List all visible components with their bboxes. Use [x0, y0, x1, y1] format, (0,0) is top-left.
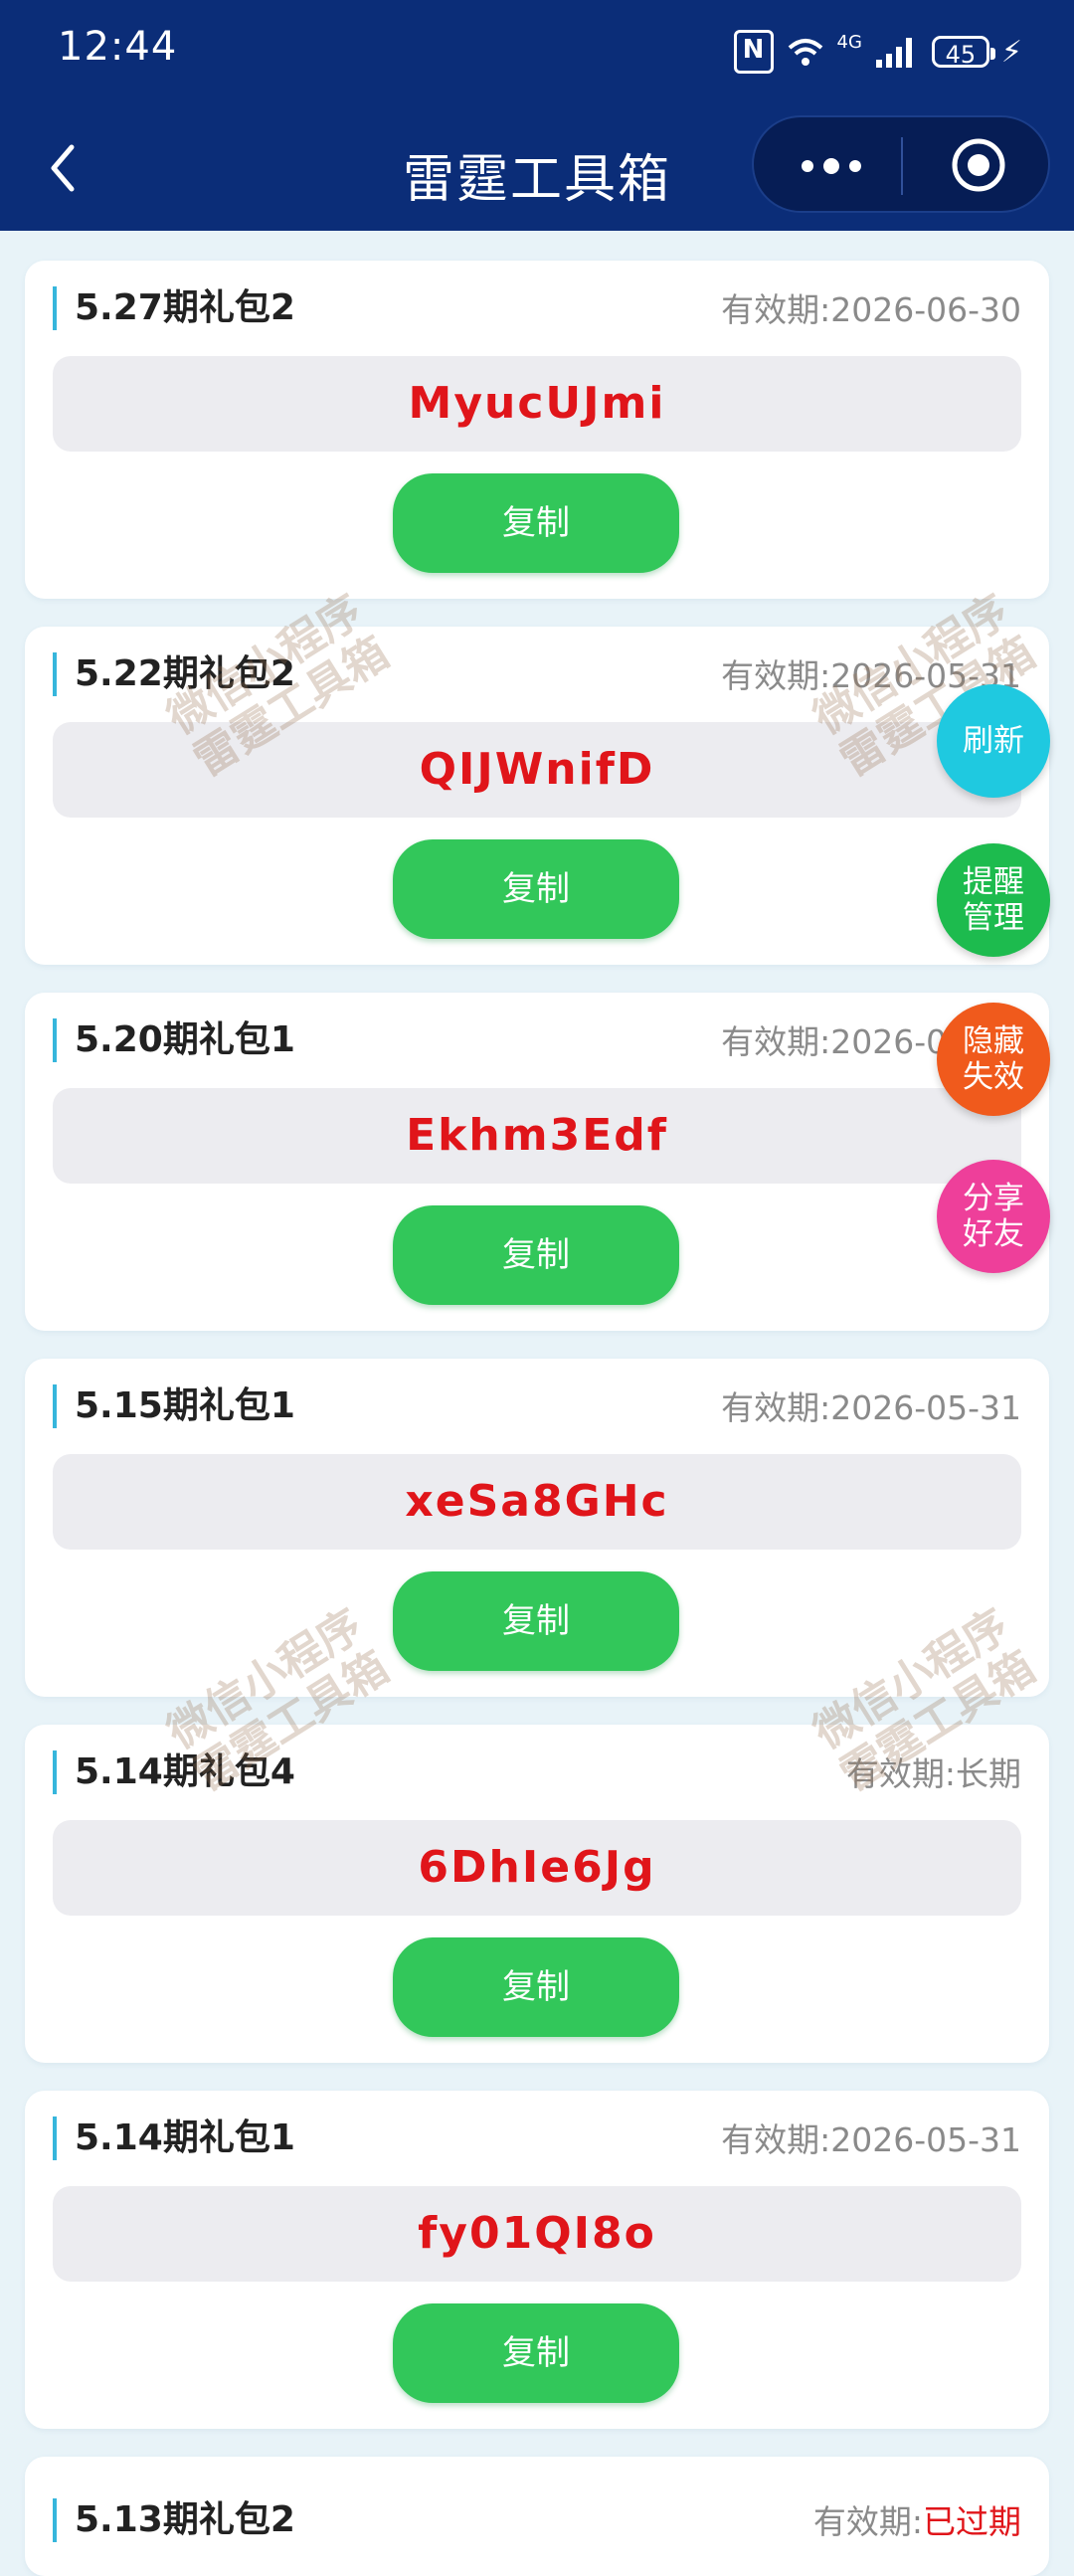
gift-code[interactable]: QIJWnifD	[53, 722, 1021, 818]
gift-code[interactable]: 6DhIe6Jg	[53, 1820, 1021, 1916]
copy-button[interactable]: 复制	[393, 1205, 679, 1305]
status-time: 12:44	[58, 24, 178, 70]
expiry-label: 有效期:	[721, 290, 831, 329]
reminder-manage-button[interactable]: 提醒 管理	[937, 843, 1050, 957]
gift-title: 5.22期礼包2	[53, 652, 295, 696]
gift-title: 5.20期礼包1	[53, 1018, 295, 1062]
gift-card: 5.27期礼包2 有效期:2026-06-30 MyucUJmi 复制	[25, 261, 1049, 599]
status-bar: 12:44 N 4G 45 ⚡	[0, 0, 1074, 103]
expiry-label: 有效期:	[845, 1754, 956, 1793]
copy-button[interactable]: 复制	[393, 1937, 679, 2037]
expired-status: 已过期	[923, 2502, 1021, 2541]
mini-program-capsule	[752, 115, 1050, 213]
close-target-icon[interactable]	[949, 135, 1008, 195]
top-bar: 12:44 N 4G 45 ⚡ 雷霆工具箱	[0, 0, 1074, 231]
hide-expired-label: 隐藏 失效	[963, 1023, 1024, 1095]
copy-button[interactable]: 复制	[393, 2303, 679, 2403]
battery-level: 45	[945, 41, 977, 69]
gift-code[interactable]: Ekhm3Edf	[53, 1088, 1021, 1184]
gift-card: 5.14期礼包4 有效期:长期 6DhIe6Jg 复制	[25, 1725, 1049, 2063]
expiry-value: 长期	[956, 1754, 1021, 1793]
gift-code[interactable]: fy01QI8o	[53, 2186, 1021, 2282]
expiry-date: 有效期:长期	[846, 1754, 1021, 1794]
expiry-date: 有效期:已过期	[813, 2502, 1021, 2542]
expiry-date: 有效期:2026-05-31	[721, 1388, 1021, 1428]
share-friends-label: 分享 好友	[963, 1181, 1024, 1252]
charging-icon: ⚡	[1000, 34, 1022, 70]
expiry-label: 有效期:	[812, 2502, 923, 2541]
gift-card: 5.22期礼包2 有效期:2026-05-31 QIJWnifD 复制	[25, 627, 1049, 965]
gift-card: 5.14期礼包1 有效期:2026-05-31 fy01QI8o 复制	[25, 2091, 1049, 2429]
battery-icon: 45	[931, 36, 995, 69]
gift-card: 5.20期礼包1 有效期:2026-05-31 Ekhm3Edf 复制	[25, 993, 1049, 1331]
expiry-date: 有效期:2026-05-31	[721, 2120, 1021, 2160]
refresh-button[interactable]: 刷新	[937, 684, 1050, 798]
more-dots-icon[interactable]	[796, 151, 867, 181]
expiry-label: 有效期:	[721, 1022, 831, 1061]
gift-card: 5.15期礼包1 有效期:2026-05-31 xeSa8GHc 复制	[25, 1359, 1049, 1697]
gift-title: 5.13期礼包2	[53, 2498, 295, 2542]
copy-button[interactable]: 复制	[393, 839, 679, 939]
gift-code[interactable]: xeSa8GHc	[53, 1454, 1021, 1550]
capsule-divider	[901, 137, 903, 195]
network-type-label: 4G	[836, 31, 862, 53]
wifi-icon	[788, 39, 822, 66]
expiry-label: 有效期:	[721, 2120, 831, 2159]
expiry-value: 2026-06-30	[830, 290, 1021, 329]
expiry-value: 2026-05-31	[830, 1388, 1021, 1427]
gift-code-list: 5.27期礼包2 有效期:2026-06-30 MyucUJmi 复制 5.22…	[25, 261, 1049, 2576]
signal-icon	[875, 38, 912, 68]
status-icons: N 4G 45 ⚡	[733, 30, 1022, 74]
copy-button[interactable]: 复制	[393, 1571, 679, 1671]
expiry-label: 有效期:	[721, 1388, 831, 1427]
gift-title: 5.14期礼包1	[53, 2116, 295, 2160]
gift-title: 5.14期礼包4	[53, 1750, 295, 1794]
reminder-manage-label: 提醒 管理	[963, 864, 1024, 936]
gift-title: 5.15期礼包1	[53, 1384, 295, 1428]
refresh-label: 刷新	[963, 723, 1024, 759]
expiry-label: 有效期:	[721, 656, 831, 695]
nfc-icon: N	[733, 30, 774, 74]
copy-button[interactable]: 复制	[393, 473, 679, 573]
share-friends-button[interactable]: 分享 好友	[937, 1160, 1050, 1273]
gift-title: 5.27期礼包2	[53, 286, 295, 330]
gift-code[interactable]: MyucUJmi	[53, 356, 1021, 452]
expiry-date: 有效期:2026-06-30	[721, 290, 1021, 330]
navigation-bar: 雷霆工具箱	[0, 103, 1074, 231]
hide-expired-button[interactable]: 隐藏 失效	[937, 1003, 1050, 1116]
expiry-value: 2026-05-31	[830, 2120, 1021, 2159]
gift-card-partial: 5.13期礼包2 有效期:已过期	[25, 2457, 1049, 2576]
